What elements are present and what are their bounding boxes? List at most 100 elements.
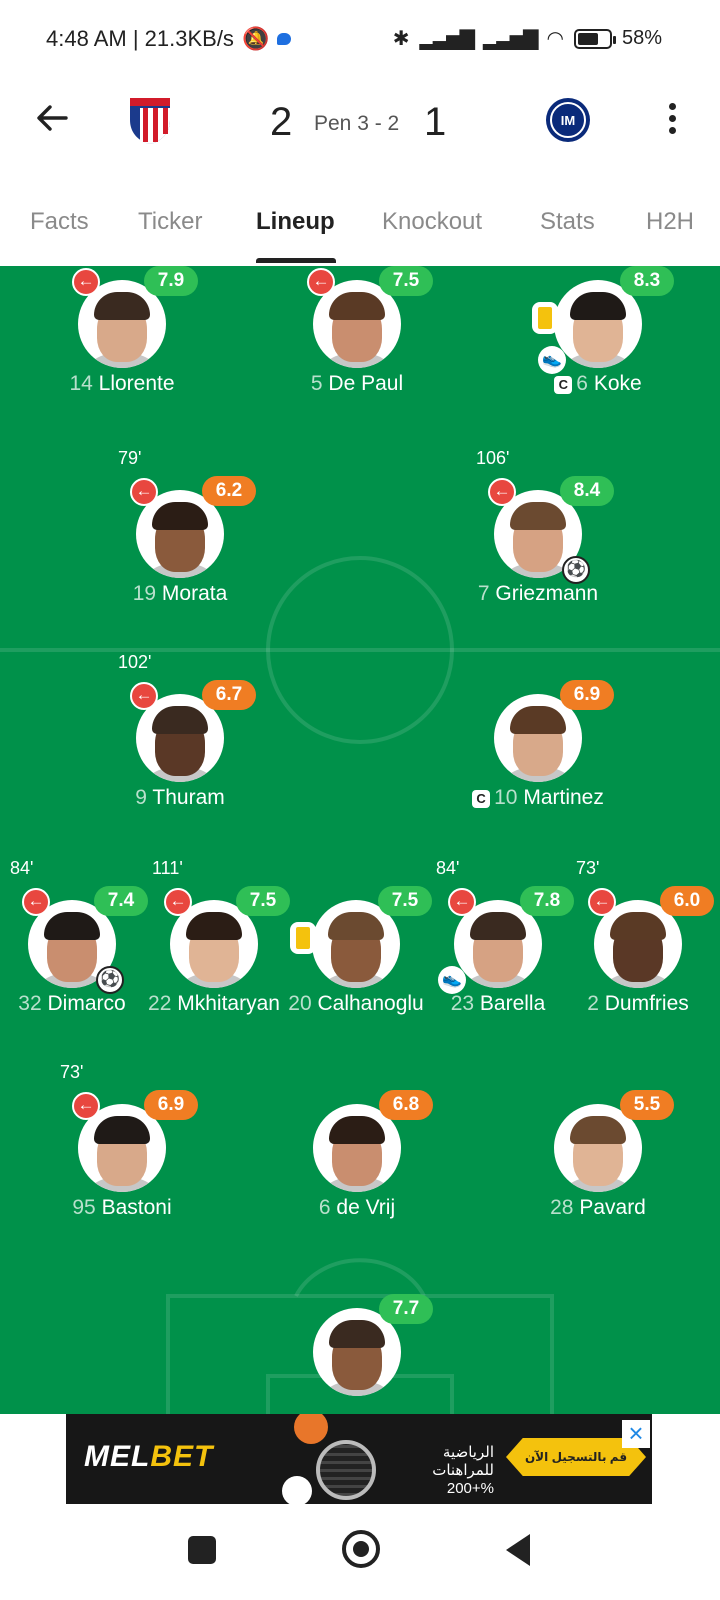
player-de-vrij[interactable]: 6.8 6 de Vrij — [277, 1090, 437, 1250]
player-rating: 5.5 — [620, 1090, 674, 1120]
square-icon[interactable] — [188, 1536, 216, 1564]
player-number: 9 — [135, 786, 147, 809]
back-button[interactable] — [30, 96, 74, 140]
substitution-out-icon: ← — [307, 268, 335, 296]
signal-icon-2: ▂▃▅▇ — [482, 28, 539, 50]
yellow-card-icon — [532, 302, 558, 334]
tab-knockout[interactable]: Knockout — [382, 208, 482, 236]
player-calhanoglu[interactable]: 7.5 20 Calhanoglu — [276, 886, 436, 1046]
player-name: Griezmann — [495, 582, 599, 605]
player-name: De Paul — [328, 372, 404, 395]
tab-stats[interactable]: Stats — [540, 208, 595, 236]
more-options-button[interactable] — [660, 94, 684, 142]
substitution-out-icon: ← — [448, 888, 476, 916]
player-dumfries[interactable]: 73' ← 6.0 2 Dumfries — [558, 858, 718, 1046]
basketball-icon — [294, 1414, 328, 1444]
player-rating: 7.7 — [379, 1294, 433, 1324]
player-number: 22 — [148, 992, 172, 1015]
player-hair — [329, 292, 385, 320]
substitution-minute: 106' — [476, 448, 510, 468]
player-hair — [152, 502, 208, 530]
player-name: Martinez — [523, 786, 604, 809]
football-icon — [282, 1476, 312, 1504]
player-number: 2 — [587, 992, 599, 1015]
triangle-back-icon[interactable] — [506, 1534, 530, 1566]
player-de-paul[interactable]: 71 ←7.55 De Paul — [277, 266, 437, 426]
atletico-madrid-crest-icon[interactable] — [126, 94, 174, 146]
player-rating: 6.0 — [660, 886, 714, 916]
player-name-label: 9 Thuram — [70, 784, 290, 812]
player-number: 95 — [72, 1196, 96, 1219]
substitution-minute: 84' — [436, 858, 460, 878]
substitution-minute: 111' — [152, 858, 183, 878]
player-name: Morata — [161, 582, 228, 605]
status-left: 4:48 AM | 21.3KB/s 🔕 — [46, 26, 292, 52]
tab-bar: Facts Ticker Lineup Knockout Stats H2H — [0, 190, 720, 264]
player-number: 20 — [288, 992, 312, 1015]
dot-icon — [668, 102, 676, 110]
player-mkhitaryan[interactable]: 111' ← 7.5 22 Mkhitaryan — [134, 858, 294, 1046]
player-sommer[interactable]: 7.7 — [277, 1294, 437, 1414]
player-koke[interactable]: 8.3 👟 C 6 Koke — [518, 266, 678, 426]
ad-text-line-2: للمراهنات +200% — [432, 1462, 494, 1497]
player-griezmann[interactable]: 106' ← 8.4 ⚽ 7 Griezmann — [458, 448, 618, 636]
substitution-minute: 73' — [576, 858, 600, 878]
captain-icon: C — [554, 376, 573, 394]
player-number: 28 — [550, 1196, 574, 1219]
player-number: 10 — [494, 786, 518, 809]
player-name: Pavard — [579, 1196, 646, 1219]
substitution-minute: 73' — [60, 1062, 84, 1082]
player-rating: 7.9 — [144, 266, 198, 296]
player-hair — [152, 706, 208, 734]
tab-lineup[interactable]: Lineup — [256, 208, 335, 236]
penalty-score: Pen 3 - 2 — [314, 112, 400, 135]
substitution-minute: 102' — [118, 652, 152, 672]
dot-icon — [668, 126, 676, 134]
player-pavard[interactable]: 5.5 28 Pavard — [518, 1090, 678, 1250]
tennis-racket-icon — [316, 1440, 376, 1500]
player-name: Dimarco — [47, 992, 126, 1015]
substitution-out-icon: ← — [130, 478, 158, 506]
player-barella[interactable]: 84' ← 7.8 👟 23 Barella — [418, 858, 578, 1046]
tab-h2h[interactable]: H2H — [646, 208, 694, 236]
player-number: 6 — [576, 372, 588, 395]
player-hair — [510, 706, 566, 734]
wifi-icon: ◠ — [546, 28, 564, 50]
player-rating: 6.8 — [379, 1090, 433, 1120]
yellow-card-icon — [290, 922, 316, 954]
player-number: 14 — [69, 372, 93, 395]
player-llorente[interactable]: 90 ←7.914 Llorente — [42, 266, 202, 426]
ad-text: الرياضية للمراهنات +200% — [384, 1444, 494, 1498]
close-icon[interactable]: × — [622, 1420, 650, 1448]
captain-icon: C — [472, 790, 491, 808]
ad-banner[interactable]: MELBET الرياضية للمراهنات +200% قم بالتس… — [66, 1414, 652, 1504]
player-name-label: 5 De Paul — [247, 370, 467, 398]
player-name-label: 14 Llorente — [12, 370, 232, 398]
player-morata[interactable]: 79' ← 6.2 19 Morata — [100, 448, 260, 636]
player-thuram[interactable]: 102' ← 6.7 9 Thuram — [100, 652, 260, 840]
player-name-label: 28 Pavard — [488, 1194, 708, 1222]
player-number: 19 — [132, 582, 157, 605]
tab-ticker[interactable]: Ticker — [138, 208, 202, 236]
bluetooth-icon: ✱ — [392, 28, 410, 50]
status-time-info: 4:48 AM | 21.3KB/s — [46, 26, 234, 51]
player-name: de Vrij — [336, 1196, 396, 1219]
player-hair — [570, 292, 626, 320]
player-rating: 8.3 — [620, 266, 674, 296]
player-name: Mkhitaryan — [177, 992, 280, 1015]
substitution-out-icon: ← — [488, 478, 516, 506]
player-name: Thuram — [152, 786, 225, 809]
player-hair — [329, 1116, 385, 1144]
player-bastoni[interactable]: 73' ← 6.9 95 Bastoni — [42, 1062, 202, 1250]
tab-facts[interactable]: Facts — [30, 208, 89, 236]
inter-milan-crest-icon[interactable]: IM — [544, 96, 592, 144]
player-hair — [44, 912, 100, 940]
player-name-label: 6 de Vrij — [247, 1194, 467, 1222]
circle-home-icon[interactable] — [342, 1530, 380, 1568]
substitution-out-icon: ← — [72, 268, 100, 296]
player-dimarco[interactable]: 84' ← 7.4 ⚽ 32 Dimarco — [0, 858, 152, 1046]
player-rating: 6.2 — [202, 476, 256, 506]
tab-active-indicator — [256, 258, 336, 263]
player-martinez[interactable]: 6.9 C 10 Martinez — [458, 680, 618, 840]
substitution-out-icon: ← — [164, 888, 192, 916]
